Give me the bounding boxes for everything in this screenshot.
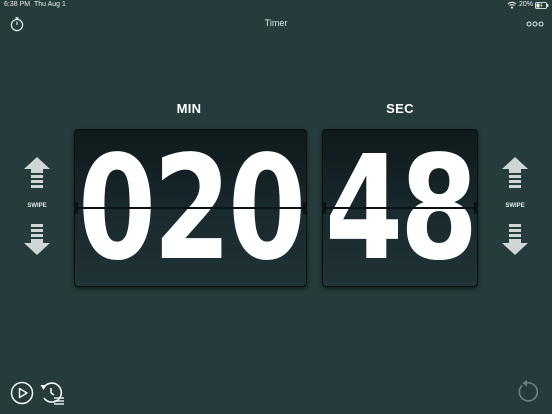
status-date: Thu Aug 1: [34, 1, 66, 8]
swipe-down-arrow-icon[interactable]: [502, 223, 528, 255]
navigation-bar: Timer: [0, 12, 552, 36]
card-hinge: [323, 202, 326, 214]
card-divider: [75, 207, 306, 209]
swipe-label: SWIPE: [505, 203, 525, 209]
page-title: Timer: [264, 18, 288, 28]
swipe-label: SWIPE: [27, 203, 47, 209]
minutes-label: MIN: [176, 101, 202, 116]
history-icon[interactable]: [39, 380, 65, 406]
swipe-up-arrow-icon[interactable]: [502, 157, 528, 189]
status-bar: 6:38 PM Thu Aug 1 20%: [0, 0, 552, 12]
reset-icon[interactable]: [515, 380, 539, 404]
card-divider: [323, 207, 477, 209]
battery-charging-icon: [535, 2, 549, 9]
card-hinge: [75, 202, 78, 214]
card-hinge: [474, 202, 477, 214]
play-icon[interactable]: [10, 381, 34, 405]
seconds-label: SEC: [386, 101, 414, 116]
seconds-swipe-control: SWIPE: [500, 157, 530, 257]
swipe-up-arrow-icon[interactable]: [24, 157, 50, 189]
minutes-flip-card[interactable]: 020: [74, 129, 307, 287]
swipe-down-arrow-icon[interactable]: [24, 223, 50, 255]
minutes-swipe-control: SWIPE: [22, 157, 52, 257]
battery-percent: 20%: [519, 1, 534, 8]
wifi-icon: [507, 1, 517, 9]
card-hinge: [303, 202, 306, 214]
status-time: 6:38 PM: [4, 1, 31, 8]
more-icon[interactable]: [526, 17, 544, 31]
seconds-flip-card[interactable]: 48: [322, 129, 478, 287]
